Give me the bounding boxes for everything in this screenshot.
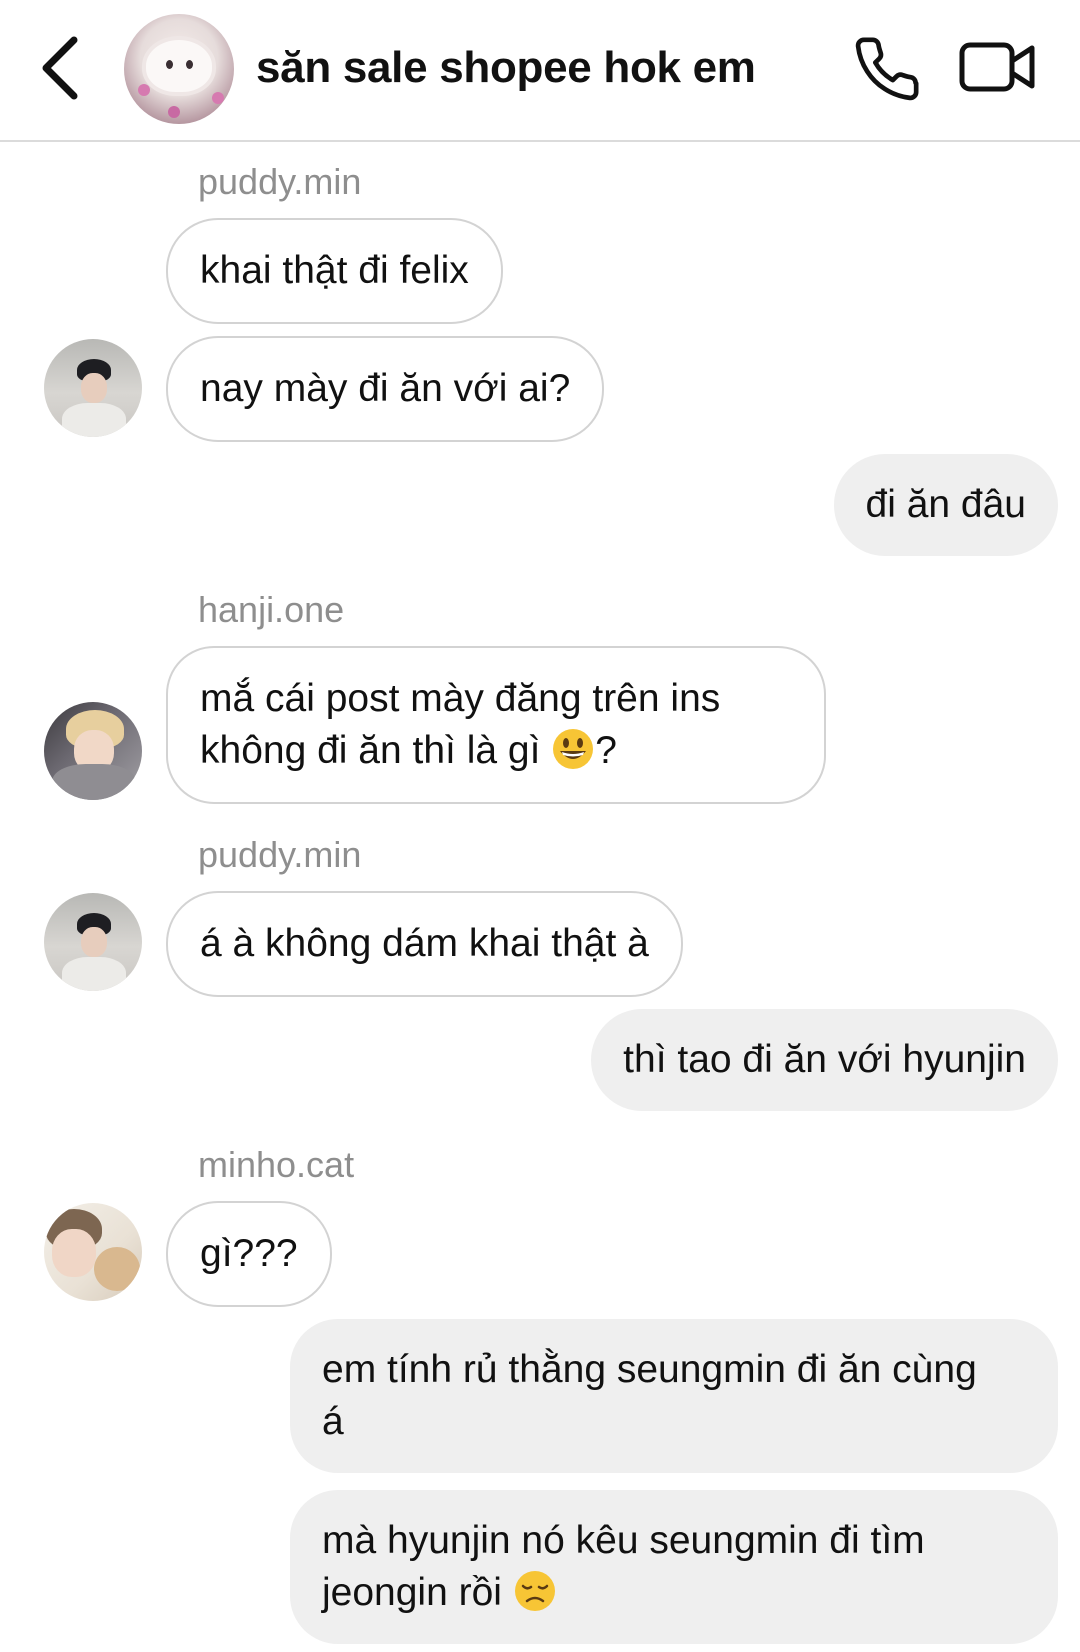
message-bubble[interactable]: mắ cái post mày đăng trên ins không đi ă… xyxy=(166,646,826,804)
message-text-line: á xyxy=(322,1400,344,1443)
avatar[interactable] xyxy=(44,1203,142,1301)
message-text: nay mày đi ăn với ai? xyxy=(200,367,571,410)
grinning-face-emoji xyxy=(553,729,594,769)
message-bubble[interactable]: nay mày đi ăn với ai? xyxy=(166,336,605,442)
group-avatar[interactable] xyxy=(124,14,234,124)
sender-name: puddy.min xyxy=(198,834,362,875)
message-bubble[interactable]: á à không dám khai thật à xyxy=(166,891,683,997)
message-text-line: mắ cái post mày đăng trên ins xyxy=(200,677,721,720)
message-bubble-outgoing[interactable]: đi ăn đâu xyxy=(833,454,1058,556)
message-bubble[interactable]: khai thật đi felix xyxy=(166,218,503,324)
message-text-line: mà hyunjin nó kêu seungmin đi tìm xyxy=(322,1519,925,1562)
sender-name: minho.cat xyxy=(198,1144,355,1185)
group-title[interactable]: săn sale shopee hok em xyxy=(256,40,756,96)
message-text: khai thật đi felix xyxy=(200,249,469,292)
message-text: gì??? xyxy=(200,1232,298,1275)
video-call-button[interactable] xyxy=(958,40,1038,94)
back-button[interactable] xyxy=(36,30,92,106)
avatar[interactable] xyxy=(44,893,142,991)
message-bubble[interactable]: gì??? xyxy=(166,1201,332,1307)
message-text-line: em tính rủ thằng seungmin đi ăn cùng xyxy=(322,1348,977,1391)
message-bubble-outgoing[interactable]: thì tao đi ăn với hyunjin xyxy=(591,1009,1058,1111)
message-bubble-outgoing[interactable]: mà hyunjin nó kêu seungmin đi tìm jeongi… xyxy=(290,1490,1058,1644)
call-button[interactable] xyxy=(852,34,922,104)
avatar[interactable] xyxy=(44,339,142,437)
message-text: thì tao đi ăn với hyunjin xyxy=(623,1038,1026,1081)
message-bubble-outgoing[interactable]: em tính rủ thằng seungmin đi ăn cùng á xyxy=(290,1319,1058,1473)
message-text: đi ăn đâu xyxy=(865,483,1026,526)
message-text-line: jeongin rồi xyxy=(322,1567,1026,1619)
video-camera-icon xyxy=(959,42,1035,92)
disappointed-face-emoji xyxy=(514,1571,555,1611)
sender-name: hanji.one xyxy=(198,589,345,630)
message-text: á à không dám khai thật à xyxy=(200,922,649,965)
sender-name: puddy.min xyxy=(198,161,362,202)
message-text-line: không đi ăn thì là gì ? xyxy=(200,729,617,772)
chevron-left-icon xyxy=(42,36,78,100)
chat-header: săn sale shopee hok em xyxy=(0,0,1080,142)
phone-icon xyxy=(855,37,919,101)
avatar[interactable] xyxy=(44,702,142,800)
